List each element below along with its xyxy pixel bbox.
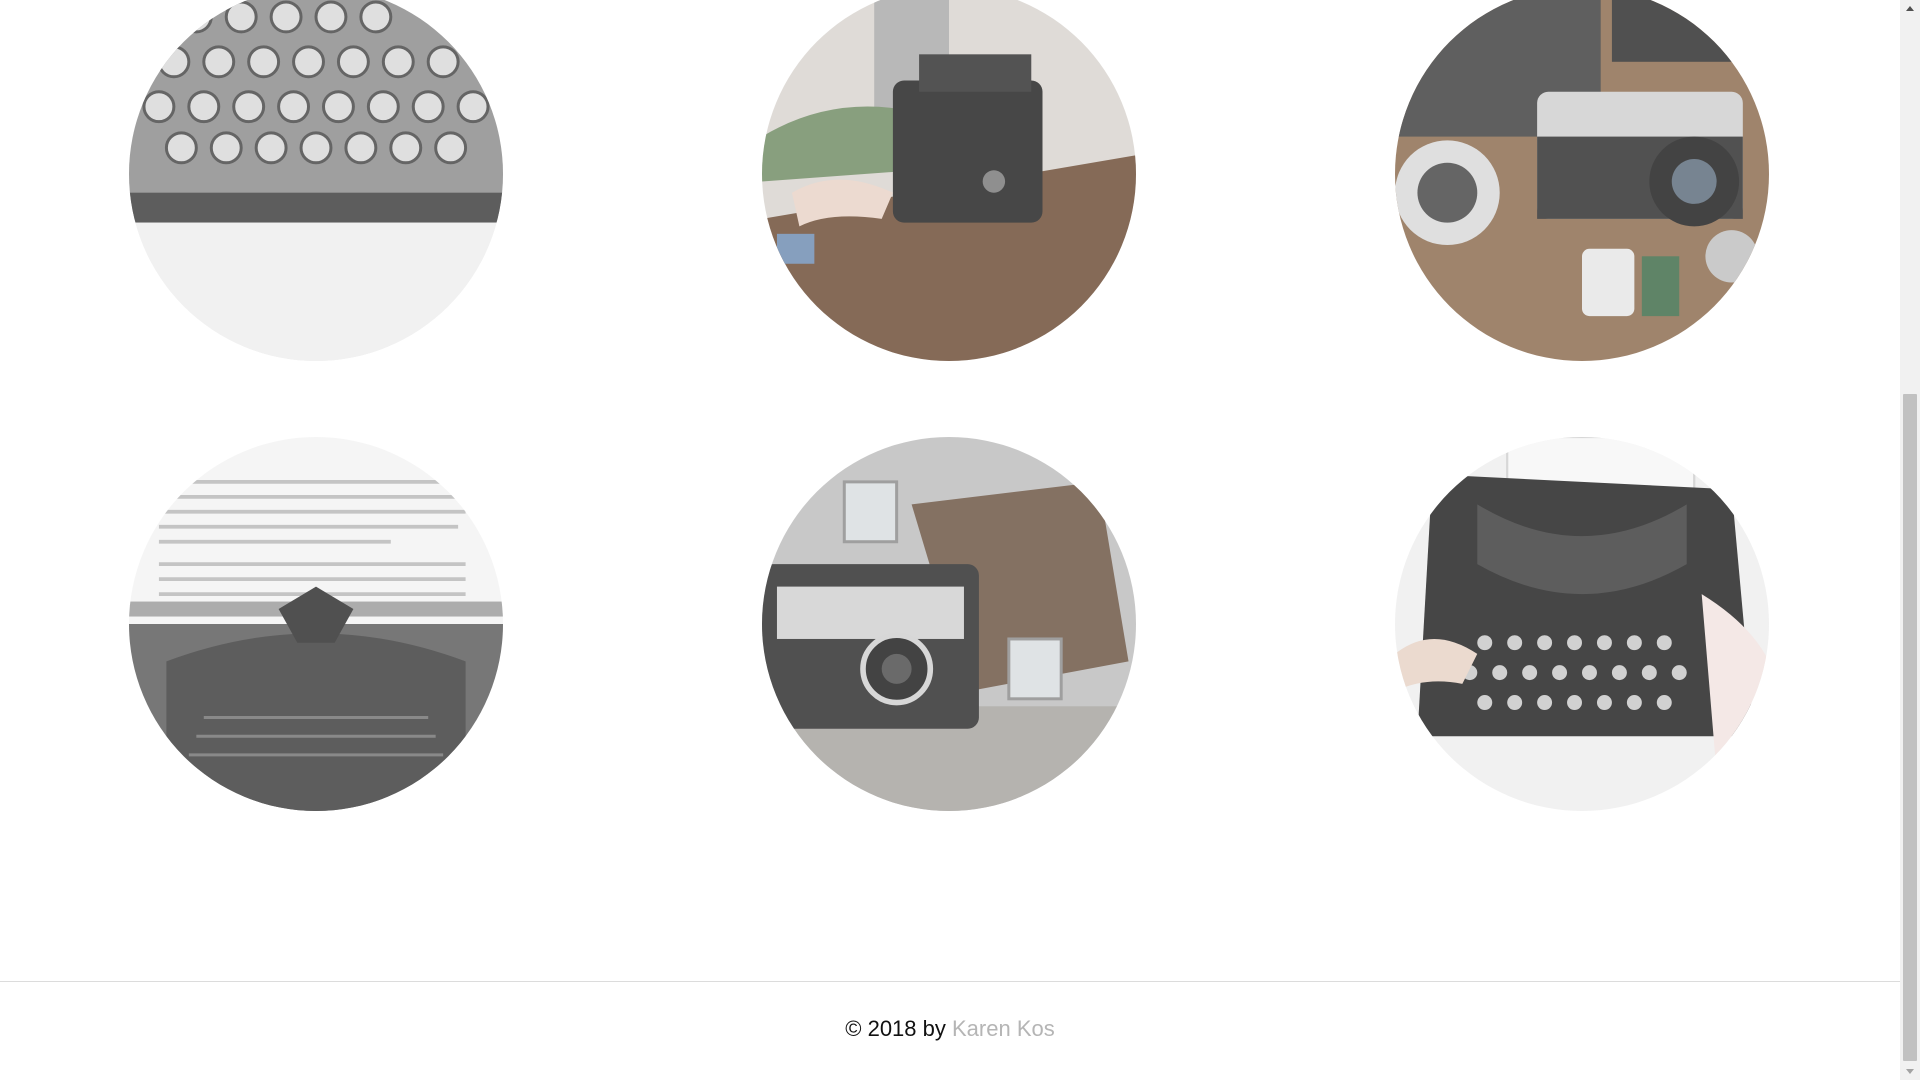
scroll-down-arrow-icon[interactable] — [1900, 1063, 1920, 1080]
footer: © 2018 by Karen Kos — [0, 1016, 1900, 1042]
kodak-instamatic-camera-photo[interactable] — [762, 437, 1136, 811]
page: © 2018 by Karen Kos — [0, 0, 1900, 1080]
footer-divider — [0, 981, 1900, 982]
black-typewriter-hands-photo[interactable] — [1395, 437, 1769, 811]
typewriter-with-paper-photo[interactable] — [129, 437, 503, 811]
scroll-up-arrow-icon[interactable] — [1900, 0, 1920, 17]
vertical-scrollbar[interactable] — [1900, 0, 1920, 1080]
typing-on-vintage-typewriter-photo[interactable] — [762, 0, 1136, 361]
scrollbar-thumb[interactable] — [1903, 394, 1917, 1061]
footer-copyright-text: © 2018 by — [845, 1016, 952, 1041]
typewriter-keys-closeup-photo[interactable] — [129, 0, 503, 361]
footer-author-link[interactable]: Karen Kos — [952, 1016, 1055, 1041]
nikon-camera-and-film-photo[interactable] — [1395, 0, 1769, 361]
